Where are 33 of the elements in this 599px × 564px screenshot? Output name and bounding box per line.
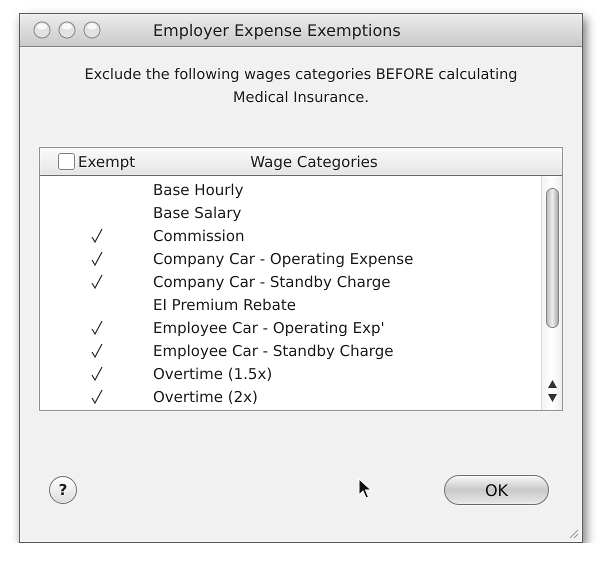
check-icon[interactable] <box>90 342 102 358</box>
wage-category[interactable]: Base Salary <box>153 204 242 222</box>
wage-category[interactable]: Overtime (1.5x) <box>153 364 272 382</box>
mouse-pointer-icon <box>358 478 372 500</box>
zoom-button[interactable] <box>83 21 101 39</box>
scrollbar[interactable] <box>541 176 562 410</box>
close-button[interactable] <box>33 21 51 39</box>
check-icon[interactable] <box>90 228 102 244</box>
wage-category[interactable]: Overtime (2x) <box>153 388 258 406</box>
scroll-up-icon[interactable] <box>548 380 556 388</box>
wage-category[interactable]: Company Car - Operating Expense <box>153 250 414 268</box>
check-icon[interactable] <box>90 388 102 404</box>
resize-grip-icon[interactable] <box>567 527 579 539</box>
select-all-checkbox[interactable] <box>58 153 75 170</box>
wage-category[interactable]: Employee Car - Operating Exp' <box>153 318 385 336</box>
wage-category[interactable]: Company Car - Standby Charge <box>153 272 391 290</box>
wage-category[interactable]: Base Hourly <box>153 180 244 198</box>
wage-category[interactable]: EI Premium Rebate <box>153 296 296 314</box>
window-title: Employer Expense Exemptions <box>153 20 401 40</box>
check-icon[interactable] <box>90 250 102 266</box>
check-icon[interactable] <box>90 274 102 290</box>
minimize-button[interactable] <box>58 21 76 39</box>
column-header[interactable]: Wage Categories <box>250 152 378 170</box>
wage-category[interactable]: Employee Car - Standby Charge <box>153 342 394 360</box>
scroll-down-icon[interactable] <box>548 394 556 402</box>
instruction-text: Exclude the following wages categories BEFORE calculating Medical Insurance. <box>83 66 519 108</box>
check-icon[interactable] <box>90 366 102 382</box>
ok-button[interactable]: OK <box>444 475 549 505</box>
column-header[interactable]: Exempt <box>78 152 136 170</box>
scrollbar-thumb[interactable] <box>546 188 558 328</box>
help-button[interactable]: ? <box>49 476 77 504</box>
wage-category[interactable]: Commission <box>153 226 245 244</box>
check-icon[interactable] <box>90 320 102 336</box>
